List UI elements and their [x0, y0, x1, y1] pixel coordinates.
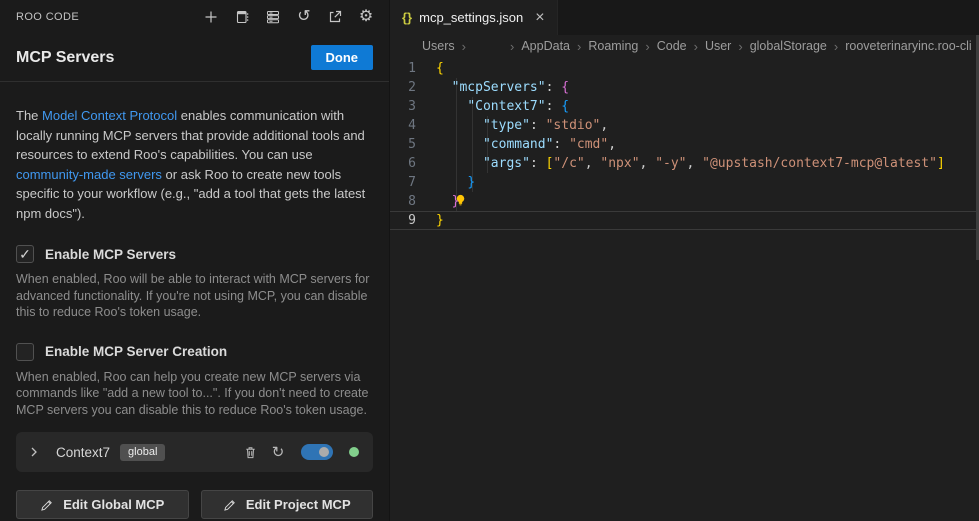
- close-tab-icon[interactable]: ×: [535, 10, 544, 26]
- edit-global-mcp-button[interactable]: Edit Global MCP: [16, 490, 189, 519]
- history-icon[interactable]: ↺: [295, 8, 313, 26]
- breadcrumb-separator-icon: ›: [510, 39, 514, 54]
- pencil-icon: [40, 498, 54, 512]
- inline-link[interactable]: community-made servers: [16, 167, 162, 182]
- server-name: Context7: [56, 445, 110, 460]
- notebook-icon[interactable]: [233, 8, 251, 26]
- setting-description: When enabled, Roo can help you create ne…: [16, 369, 373, 419]
- code-text: {: [436, 59, 444, 78]
- breadcrumb-separator-icon: ›: [834, 39, 838, 54]
- breadcrumb-separator-icon: ›: [462, 39, 466, 54]
- code-line[interactable]: 1{: [390, 59, 979, 78]
- done-button[interactable]: Done: [311, 45, 374, 70]
- code-line[interactable]: 6 "args": ["/c", "npx", "-y", "@upstash/…: [390, 154, 979, 173]
- button-label: Edit Global MCP: [63, 497, 164, 512]
- page-title: MCP Servers: [16, 49, 114, 67]
- tab-bar: {} mcp_settings.json ×: [390, 0, 979, 35]
- code-lines: 1{2 "mcpServers": {3 "Context7": {4 "typ…: [390, 59, 979, 230]
- code-line[interactable]: 7 }: [390, 173, 979, 192]
- setting-description: When enabled, Roo will be able to intera…: [16, 271, 373, 321]
- button-label: Edit Project MCP: [246, 497, 351, 512]
- line-number: 7: [390, 173, 436, 192]
- gear-icon[interactable]: ⚙: [357, 8, 375, 26]
- delete-server-icon[interactable]: [241, 445, 259, 460]
- code-text: "command": "cmd",: [436, 135, 616, 154]
- breadcrumb-separator-icon: ›: [645, 39, 649, 54]
- breadcrumb-item[interactable]: rooveterinaryinc.roo-cli: [845, 39, 971, 53]
- code-line[interactable]: 5 "command": "cmd",: [390, 135, 979, 154]
- line-number: 1: [390, 59, 436, 78]
- code-text: }: [436, 192, 459, 211]
- breadcrumb-item[interactable]: Roaming: [588, 39, 638, 53]
- breadcrumb-item[interactable]: globalStorage: [750, 39, 827, 53]
- code-line[interactable]: 4 "type": "stdio",: [390, 116, 979, 135]
- mcp-server-icon[interactable]: [264, 8, 282, 26]
- server-row-context7[interactable]: Context7 global ↻: [16, 432, 373, 472]
- code-line[interactable]: 2 "mcpServers": {: [390, 78, 979, 97]
- line-number: 3: [390, 97, 436, 116]
- line-number: 9: [390, 211, 436, 230]
- code-editor[interactable]: 1{2 "mcpServers": {3 "Context7": {4 "typ…: [390, 57, 979, 230]
- server-status-dot: [349, 447, 359, 457]
- editor-area: {} mcp_settings.json × Users › › AppData › Ro…: [390, 0, 979, 521]
- edit-project-mcp-button[interactable]: Edit Project MCP: [201, 490, 374, 519]
- server-scope-badge: global: [120, 444, 165, 461]
- code-text: "args": ["/c", "npx", "-y", "@upstash/co…: [436, 154, 945, 173]
- json-file-icon: {}: [402, 10, 412, 25]
- enable-mcp-servers-checkbox[interactable]: ✓: [16, 245, 34, 263]
- breadcrumb-item[interactable]: User: [705, 39, 731, 53]
- breadcrumbs: Users › › AppData › Roaming › Code › User › globalS…: [390, 35, 979, 57]
- restart-server-icon[interactable]: ↻: [269, 445, 287, 460]
- line-number: 5: [390, 135, 436, 154]
- roo-code-panel: ROO CODE ↺ ⚙ MCP Servers Done: [0, 0, 390, 521]
- line-number: 4: [390, 116, 436, 135]
- toggle-knob: [319, 447, 329, 457]
- line-number: 2: [390, 78, 436, 97]
- breadcrumb-separator-icon: ›: [738, 39, 742, 54]
- breadcrumb-separator-icon: ›: [577, 39, 581, 54]
- code-line[interactable]: 9}: [390, 211, 979, 230]
- line-number: 8: [390, 192, 436, 211]
- code-text: }: [436, 211, 444, 230]
- setting-enable-mcp-server-creation: ✓ Enable MCP Server Creation When enable…: [16, 343, 373, 419]
- code-text: "Context7": {: [436, 97, 569, 116]
- setting-label: Enable MCP Server Creation: [45, 344, 227, 359]
- breadcrumb-item[interactable]: AppData: [521, 39, 570, 53]
- code-line[interactable]: 8 }: [390, 192, 979, 211]
- tab-title: mcp_settings.json: [419, 10, 523, 25]
- code-line[interactable]: 3 "Context7": {: [390, 97, 979, 116]
- add-icon[interactable]: [202, 8, 220, 26]
- inline-link[interactable]: Model Context Protocol: [42, 108, 177, 123]
- panel-toolbar: ROO CODE ↺ ⚙: [0, 0, 389, 34]
- breadcrumb-item[interactable]: Code: [657, 39, 687, 53]
- pencil-icon: [223, 498, 237, 512]
- breadcrumb-item[interactable]: Users: [422, 39, 455, 53]
- open-external-icon[interactable]: [326, 8, 344, 26]
- extension-title: ROO CODE: [16, 11, 79, 23]
- tab-mcp-settings-json[interactable]: {} mcp_settings.json ×: [390, 0, 558, 35]
- setting-label: Enable MCP Servers: [45, 247, 176, 262]
- edit-buttons-row: Edit Global MCP Edit Project MCP: [16, 490, 373, 519]
- code-text: "type": "stdio",: [436, 116, 608, 135]
- server-enabled-toggle[interactable]: [301, 444, 333, 460]
- app-window: ROO CODE ↺ ⚙ MCP Servers Done: [0, 0, 979, 521]
- panel-header: MCP Servers Done: [0, 34, 389, 82]
- code-text: }: [436, 173, 475, 192]
- panel-body: The Model Context Protocol enables commu…: [0, 106, 389, 519]
- intro-text: The Model Context Protocol enables commu…: [16, 106, 373, 223]
- panel-toolbar-icons: ↺ ⚙: [202, 8, 375, 26]
- chevron-right-icon[interactable]: [26, 444, 42, 460]
- line-number: 6: [390, 154, 436, 173]
- code-text: "mcpServers": {: [436, 78, 569, 97]
- breadcrumb-separator-icon: ›: [694, 39, 698, 54]
- setting-enable-mcp-servers: ✓ Enable MCP Servers When enabled, Roo w…: [16, 245, 373, 321]
- enable-mcp-server-creation-checkbox[interactable]: ✓: [16, 343, 34, 361]
- checkmark-icon: ✓: [19, 247, 31, 261]
